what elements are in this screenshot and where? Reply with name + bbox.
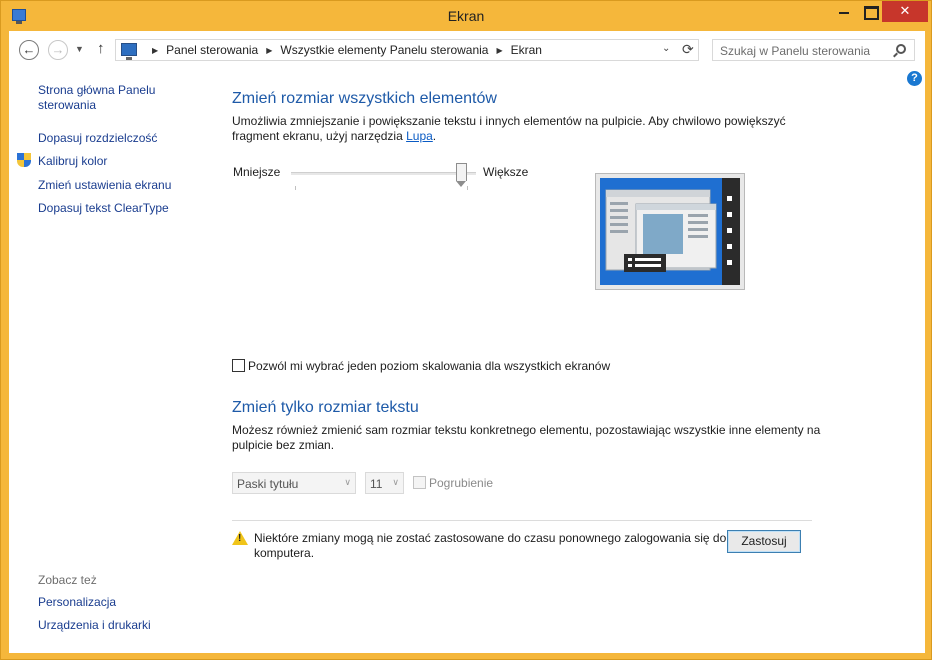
link-personalization[interactable]: Personalizacja bbox=[38, 595, 116, 610]
text-size-description: Możesz również zmienić sam rozmiar tekst… bbox=[232, 423, 821, 452]
scaling-description: Umożliwia zmniejszanie i powiększanie te… bbox=[232, 114, 786, 143]
link-adjust-resolution[interactable]: Dopasuj rozdzielczość bbox=[38, 131, 157, 146]
maximize-button[interactable] bbox=[856, 1, 884, 22]
apply-button[interactable]: Zastosuj bbox=[727, 530, 801, 553]
chevron-down-icon: ∨ bbox=[392, 477, 399, 487]
link-display-settings[interactable]: Zmień ustawienia ekranu bbox=[38, 178, 171, 193]
slider-tick bbox=[467, 186, 468, 190]
element-select[interactable]: Paski tytułu ∨ bbox=[232, 472, 356, 494]
client-area: ← → ▼ ↑ ▶ Panel sterowania ▶ Wszystkie elem… bbox=[9, 31, 925, 653]
recent-locations-button[interactable]: ▼ bbox=[75, 44, 84, 54]
breadcrumb-separator-icon[interactable]: ▶ bbox=[152, 46, 158, 55]
bold-label: Pogrubienie bbox=[429, 476, 494, 490]
font-size-select[interactable]: 11 ∨ bbox=[365, 472, 404, 494]
breadcrumb-item[interactable]: Ekran bbox=[511, 43, 542, 57]
navigation-bar: ← → ▼ ↑ ▶ Panel sterowania ▶ Wszystkie elem… bbox=[9, 31, 925, 69]
forward-button[interactable]: → bbox=[48, 40, 68, 60]
link-devices-printers[interactable]: Urządzenia i drukarki bbox=[38, 618, 151, 633]
refresh-icon[interactable]: ⟳ bbox=[682, 41, 694, 58]
main-content: Zmień rozmiar wszystkich elementów Umożl… bbox=[231, 69, 921, 653]
scaling-heading: Zmień rozmiar wszystkich elementów bbox=[232, 90, 497, 107]
back-button[interactable]: ← bbox=[19, 40, 39, 60]
uac-shield-icon bbox=[17, 153, 31, 168]
window: Ekran ✕ ← → ▼ ↑ ▶ Panel sterowania ▶ Wszyst… bbox=[0, 0, 932, 660]
breadcrumb: ▶ Panel sterowania ▶ Wszystkie elementy Pan… bbox=[144, 43, 542, 57]
warning-icon: ! bbox=[232, 531, 248, 545]
bold-option[interactable]: Pogrubienie bbox=[413, 476, 493, 490]
bold-checkbox[interactable] bbox=[413, 476, 426, 489]
title-bar[interactable]: Ekran ✕ bbox=[1, 1, 931, 31]
breadcrumb-separator-icon[interactable]: ▶ bbox=[266, 46, 272, 55]
slider-min-label: Mniejsze bbox=[233, 165, 281, 179]
single-scaling-option[interactable]: Pozwól mi wybrać jeden poziom skalowania… bbox=[232, 359, 610, 373]
search-input[interactable]: Szukaj w Panelu sterowania bbox=[720, 44, 870, 58]
close-button[interactable]: ✕ bbox=[882, 1, 928, 22]
see-also-heading: Zobacz też bbox=[38, 573, 97, 587]
scale-slider-track[interactable] bbox=[291, 172, 476, 175]
breadcrumb-item[interactable]: Wszystkie elementy Panelu sterowania bbox=[280, 43, 488, 57]
address-bar[interactable]: ▶ Panel sterowania ▶ Wszystkie elementy Pan… bbox=[115, 39, 699, 61]
left-pane: Strona główna Panelu sterowania Dopasuj … bbox=[9, 69, 221, 653]
text-size-heading: Zmień tylko rozmiar tekstu bbox=[232, 399, 419, 416]
chevron-down-icon: ∨ bbox=[344, 477, 351, 487]
search-icon[interactable] bbox=[896, 44, 906, 54]
search-box[interactable]: Szukaj w Panelu sterowania bbox=[712, 39, 915, 61]
breadcrumb-item[interactable]: Panel sterowania bbox=[166, 43, 258, 57]
window-title: Ekran bbox=[447, 8, 485, 24]
slider-max-label: Większe bbox=[483, 165, 529, 179]
link-calibrate-color[interactable]: Kalibruj kolor bbox=[38, 154, 107, 169]
font-size-select-value: 11 bbox=[370, 477, 383, 491]
address-dropdown-icon[interactable]: ⌄ bbox=[662, 43, 670, 54]
magnifier-link[interactable]: Lupa bbox=[406, 129, 433, 143]
display-preview-image bbox=[595, 173, 745, 290]
divider bbox=[232, 520, 812, 521]
element-select-value: Paski tytułu bbox=[237, 477, 299, 491]
up-button[interactable]: ↑ bbox=[97, 40, 105, 57]
breadcrumb-separator-icon[interactable]: ▶ bbox=[496, 46, 502, 55]
slider-tick bbox=[295, 186, 296, 190]
control-panel-icon bbox=[121, 43, 137, 60]
single-scaling-checkbox[interactable] bbox=[232, 359, 245, 372]
link-control-panel-home[interactable]: Strona główna Panelu sterowania bbox=[38, 83, 178, 113]
link-cleartype[interactable]: Dopasuj tekst ClearType bbox=[38, 201, 169, 216]
single-scaling-label: Pozwól mi wybrać jeden poziom skalowania… bbox=[248, 359, 611, 373]
relogin-notice: Niektóre zmiany mogą nie zostać zastosow… bbox=[254, 531, 727, 560]
scale-slider-thumb[interactable] bbox=[456, 163, 468, 187]
minimize-button[interactable] bbox=[830, 1, 858, 22]
